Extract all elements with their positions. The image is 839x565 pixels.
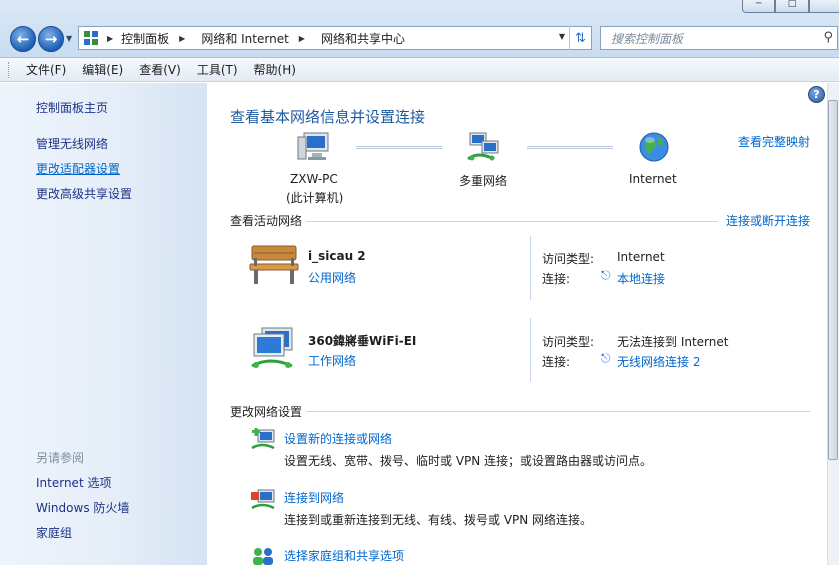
multiple-networks-icon[interactable] bbox=[464, 131, 504, 166]
search-icon[interactable]: ⚲ bbox=[823, 30, 833, 45]
sidebar-item-advanced-sharing[interactable]: 更改高级共享设置 bbox=[36, 185, 132, 202]
page-title: 查看基本网络信息并设置连接 bbox=[230, 108, 426, 126]
menu-help[interactable]: 帮助(H) bbox=[246, 61, 304, 78]
task-connect-network-desc: 连接到或重新连接到无线、有线、拨号或 VPN 网络连接。 bbox=[284, 513, 593, 527]
homegroup-icon bbox=[250, 546, 276, 565]
ethernet-icon: ⎋ bbox=[601, 268, 611, 282]
globe-icon[interactable] bbox=[638, 131, 670, 166]
change-settings-heading: 更改网络设置 bbox=[230, 405, 303, 419]
control-panel-icon bbox=[83, 30, 99, 46]
work-network-icon bbox=[248, 324, 300, 375]
computer-icon[interactable] bbox=[294, 131, 330, 166]
connection-label: 连接: bbox=[542, 272, 571, 286]
map-pc-sub: (此计算机) bbox=[286, 191, 344, 205]
breadcrumb-arrow-icon[interactable]: ▶ bbox=[299, 34, 305, 43]
network-name: i_sicau 2 bbox=[308, 249, 366, 263]
sidebar-item-manage-wireless[interactable]: 管理无线网络 bbox=[36, 135, 108, 152]
scrollbar-thumb[interactable] bbox=[828, 100, 838, 460]
wireless-icon: ⎋ bbox=[601, 351, 611, 365]
view-full-map-link[interactable]: 查看完整映射 bbox=[738, 133, 810, 150]
refresh-button[interactable]: ⇅ bbox=[569, 26, 591, 50]
connection-label: 连接: bbox=[542, 355, 571, 369]
connect-disconnect-link[interactable]: 连接或断开连接 bbox=[726, 212, 810, 229]
access-type-label: 访问类型: bbox=[542, 252, 595, 266]
task-setup-connection-desc: 设置无线、宽带、拨号、临时或 VPN 连接；或设置路由器或访问点。 bbox=[284, 454, 653, 468]
menu-file[interactable]: 文件(F) bbox=[18, 61, 74, 78]
menu-view[interactable]: 查看(V) bbox=[131, 61, 189, 78]
active-networks-heading: 查看活动网络 bbox=[230, 214, 303, 228]
sidebar-item-windows-firewall[interactable]: Windows 防火墙 bbox=[36, 499, 129, 516]
task-setup-connection-link[interactable]: 设置新的连接或网络 bbox=[284, 430, 392, 447]
network-name: 360鍏嶈垂WiFi-EI bbox=[308, 334, 417, 348]
close-button[interactable] bbox=[808, 0, 839, 13]
access-type-value: Internet bbox=[617, 250, 665, 264]
breadcrumb-network-internet[interactable]: 网络和 Internet ▶ bbox=[201, 30, 313, 47]
new-connection-icon bbox=[250, 428, 276, 455]
help-icon: ? bbox=[813, 88, 820, 101]
section-rule bbox=[306, 411, 810, 412]
connection-link[interactable]: 无线网络连接 2 bbox=[617, 353, 700, 370]
network-divider bbox=[530, 236, 531, 300]
map-connector-line bbox=[356, 146, 442, 149]
back-button[interactable]: ← bbox=[10, 26, 36, 52]
refresh-icon: ⇅ bbox=[575, 30, 586, 46]
window-controls: ─ □ bbox=[742, 0, 839, 13]
forward-button[interactable]: → bbox=[38, 26, 64, 52]
task-homegroup-link[interactable]: 选择家庭组和共享选项 bbox=[284, 547, 404, 564]
maximize-button[interactable]: □ bbox=[775, 0, 809, 13]
map-internet-label: Internet bbox=[629, 172, 677, 186]
breadcrumb-control-panel[interactable]: 控制面板 ▶ bbox=[121, 30, 193, 47]
sidebar-item-homegroup[interactable]: 家庭组 bbox=[36, 524, 72, 541]
access-type-value: 无法连接到 Internet bbox=[617, 335, 729, 349]
connection-link[interactable]: 本地连接 bbox=[617, 270, 665, 287]
help-button[interactable]: ? bbox=[808, 86, 825, 103]
map-pc-name: ZXW-PC bbox=[290, 172, 338, 186]
address-dropdown-icon[interactable]: ▼ bbox=[559, 32, 565, 41]
search-input[interactable]: 搜索控制面板 ⚲ bbox=[600, 26, 838, 50]
menu-tools[interactable]: 工具(T) bbox=[189, 61, 246, 78]
bench-icon bbox=[248, 242, 300, 289]
task-connect-network-link[interactable]: 连接到网络 bbox=[284, 489, 344, 506]
sidebar-item-internet-options[interactable]: Internet 选项 bbox=[36, 474, 111, 491]
arrow-right-icon: → bbox=[44, 30, 58, 48]
arrow-left-icon: ← bbox=[16, 30, 30, 48]
map-connector-line bbox=[527, 146, 613, 149]
section-rule bbox=[306, 221, 718, 222]
network-divider bbox=[530, 318, 531, 382]
map-multi-label: 多重网络 bbox=[459, 174, 508, 188]
sidebar-item-control-panel-home[interactable]: 控制面板主页 bbox=[36, 99, 108, 116]
sidebar-item-change-adapter[interactable]: 更改适配器设置 bbox=[36, 160, 120, 177]
network-type-link[interactable]: 工作网络 bbox=[308, 352, 356, 369]
breadcrumb-arrow-icon[interactable]: ▶ bbox=[107, 34, 113, 43]
connect-network-icon bbox=[250, 488, 276, 515]
menu-bar: 文件(F) 编辑(E) 查看(V) 工具(T) 帮助(H) bbox=[0, 58, 839, 82]
recent-pages-dropdown[interactable]: ▼ bbox=[66, 34, 72, 43]
sidebar: 控制面板主页 管理无线网络 更改适配器设置 更改高级共享设置 另请参阅 Inte… bbox=[0, 83, 207, 565]
access-type-label: 访问类型: bbox=[542, 335, 595, 349]
minimize-button[interactable]: ─ bbox=[742, 0, 776, 13]
network-type-link[interactable]: 公用网络 bbox=[308, 269, 356, 286]
menu-edit[interactable]: 编辑(E) bbox=[74, 61, 131, 78]
breadcrumb-network-sharing-center[interactable]: 网络和共享中心 bbox=[321, 30, 405, 47]
breadcrumb-arrow-icon[interactable]: ▶ bbox=[179, 34, 185, 43]
address-bar[interactable]: ▶ 控制面板 ▶ 网络和 Internet ▶ 网络和共享中心 ▼ ⇅ bbox=[78, 26, 592, 50]
chevron-down-icon: ▼ bbox=[66, 34, 73, 43]
menu-grip bbox=[8, 62, 10, 78]
see-also-heading: 另请参阅 bbox=[36, 451, 85, 465]
